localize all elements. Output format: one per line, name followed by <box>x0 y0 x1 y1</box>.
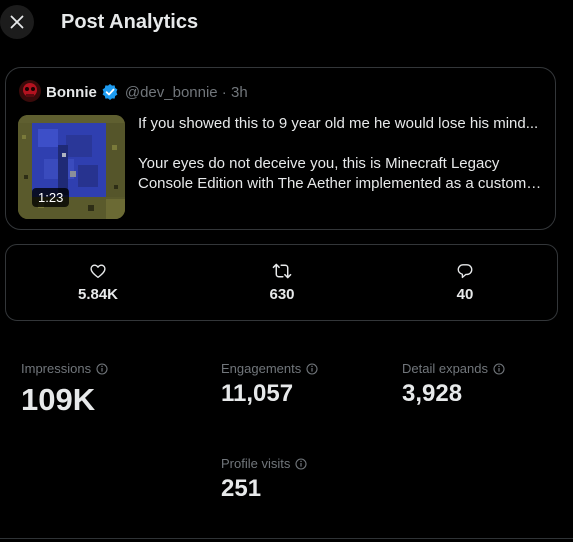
replies-count: 40 <box>456 286 474 303</box>
profile-visits-stat: Profile visits 251 <box>221 456 307 503</box>
profile-visits-label: Profile visits <box>221 456 291 471</box>
info-icon[interactable] <box>306 362 318 375</box>
engagement-bar: 5.84K 630 40 <box>5 244 558 321</box>
quoted-post-card[interactable]: Bonnie @dev_bonnie · 3h 1:23 If you show… <box>5 67 556 230</box>
video-duration: 1:23 <box>32 188 70 207</box>
heart-icon <box>89 262 107 280</box>
profile-visits-value: 251 <box>221 475 262 502</box>
engagements-stat: Engagements 11,057 <box>221 361 318 408</box>
detail-expands-value: 3,928 <box>402 380 463 407</box>
detail-expands-stat: Detail expands 3,928 <box>402 361 505 408</box>
close-button[interactable] <box>0 5 34 39</box>
likes-count: 5.84K <box>77 286 119 303</box>
reply-icon <box>456 262 474 280</box>
reposts-count: 630 <box>269 286 295 303</box>
info-icon[interactable] <box>295 457 307 470</box>
info-icon[interactable] <box>96 362 108 375</box>
engagements-value: 11,057 <box>221 380 294 407</box>
video-thumbnail[interactable]: 1:23 <box>18 115 125 219</box>
post-text-line2: Your eyes do not deceive you, this is Mi… <box>138 155 527 192</box>
reposts-metric[interactable]: 630 <box>222 262 342 303</box>
replies-metric[interactable]: 40 <box>405 262 525 303</box>
likes-metric[interactable]: 5.84K <box>38 262 158 303</box>
impressions-stat: Impressions 109K <box>21 361 108 418</box>
engagements-label: Engagements <box>221 361 302 376</box>
verified-badge-icon <box>101 83 119 101</box>
author-line: Bonnie @dev_bonnie · 3h <box>46 83 248 101</box>
repost-icon <box>272 262 292 280</box>
avatar[interactable] <box>19 80 41 102</box>
impressions-value: 109K <box>21 382 96 417</box>
close-icon <box>9 14 25 30</box>
detail-expands-label: Detail expands <box>402 361 488 376</box>
author-handle-time: @dev_bonnie · 3h <box>124 83 248 101</box>
author-name[interactable]: Bonnie <box>46 84 97 101</box>
post-text: If you showed this to 9 year old me he w… <box>138 114 548 194</box>
impressions-label: Impressions <box>21 361 92 376</box>
page-title: Post Analytics <box>61 11 199 33</box>
info-icon[interactable] <box>493 362 505 375</box>
post-text-line1: If you showed this to 9 year old me he w… <box>138 115 539 132</box>
divider <box>0 538 573 539</box>
